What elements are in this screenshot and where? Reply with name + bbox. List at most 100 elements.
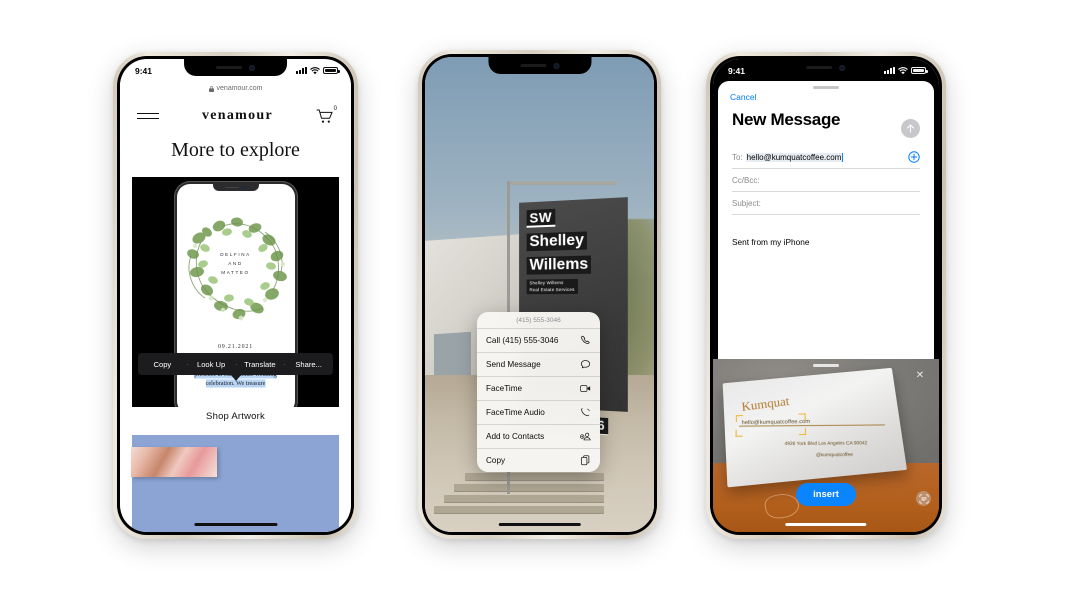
earpiece-speaker-icon — [807, 66, 833, 69]
phone-icon — [580, 335, 591, 346]
home-indicator — [498, 523, 580, 527]
close-x-icon[interactable]: ✕ — [913, 369, 927, 383]
phone-1-bezel: 9:41 venamour.com venamour 0 More to exp… — [117, 56, 354, 535]
battery-icon — [323, 67, 338, 75]
sign-monogram: SW — [526, 208, 554, 227]
context-item-label: Add to Contacts — [486, 432, 544, 441]
context-menu-item-call[interactable]: Call (415) 555-3046 — [477, 328, 600, 352]
shop-artwork-link[interactable]: Shop Artwork — [120, 411, 351, 422]
device-phone-3: 9:41 Cancel New Message To: hello@kumqua… — [706, 52, 946, 539]
wifi-icon — [310, 67, 320, 75]
earpiece-speaker-icon — [520, 64, 546, 67]
context-menu-item-send-message[interactable]: Send Message — [477, 352, 600, 376]
card-address: 4936 York Blvd Los Angeles CA 90042 — [785, 441, 868, 447]
earpiece-speaker-icon — [216, 66, 242, 69]
phone-3-screen: 9:41 Cancel New Message To: hello@kumqua… — [713, 59, 939, 532]
notch — [184, 59, 288, 76]
sign-sub-line-2: Real Estate Services — [529, 286, 574, 291]
sign-arm — [507, 181, 617, 185]
phone-2-bezel: SW Shelley Willems Shelley Willems Real … — [422, 54, 657, 535]
cc-bcc-placeholder: Cc/Bcc: — [732, 176, 760, 185]
live-text-brackets-icon — [736, 413, 806, 436]
context-menu-title: (415) 555-3046 — [477, 312, 600, 328]
text-edit-menu[interactable]: Copy Look Up Translate Share... — [138, 353, 333, 375]
cellular-signal-icon — [296, 67, 307, 74]
device-phone-1: 9:41 venamour.com venamour 0 More to exp… — [113, 52, 358, 539]
hamburger-menu-icon[interactable] — [137, 109, 159, 124]
email-signature[interactable]: Sent from my iPhone — [732, 237, 920, 247]
front-camera-icon — [249, 65, 255, 71]
live-text-context-menu[interactable]: (415) 555-3046 Call (415) 555-3046 Send … — [477, 312, 600, 472]
status-indicators — [884, 67, 926, 75]
context-item-label: FaceTime Audio — [486, 408, 545, 417]
context-menu-item-add-to-contacts[interactable]: Add to Contacts — [477, 424, 600, 448]
front-camera-icon — [840, 65, 846, 71]
sign-sub-line-1: Shelley Willems — [529, 280, 563, 285]
battery-icon — [911, 67, 926, 75]
send-button[interactable] — [901, 119, 920, 138]
compose-sheet: Cancel New Message To: hello@kumquatcoff… — [718, 81, 934, 359]
status-time: 9:41 — [728, 66, 745, 76]
video-camera-icon — [580, 383, 591, 394]
context-item-label: Call (415) 555-3046 — [486, 336, 558, 345]
subject-placeholder: Subject: — [732, 199, 761, 208]
context-menu-item-facetime-audio[interactable]: FaceTime Audio — [477, 400, 600, 424]
site-logo[interactable]: venamour — [202, 108, 273, 124]
sheet-grabber[interactable] — [813, 86, 839, 89]
context-menu-item-copy[interactable]: Copy — [477, 448, 600, 472]
status-time: 9:41 — [135, 66, 152, 76]
site-nav-bar: venamour 0 — [120, 98, 351, 134]
copy-icon — [580, 455, 591, 466]
invite-name-1: DELFINA — [177, 250, 295, 259]
edit-menu-translate[interactable]: Translate — [236, 360, 285, 369]
cellular-signal-icon — [884, 67, 895, 74]
phone-1-screen: 9:41 venamour.com venamour 0 More to exp… — [120, 59, 351, 532]
subject-field[interactable]: Subject: — [732, 192, 920, 215]
invitation-date: 09.21.2021 — [177, 344, 295, 350]
screenshot-stage: 9:41 venamour.com venamour 0 More to exp… — [0, 0, 1080, 595]
to-field[interactable]: To: hello@kumquatcoffee.com — [732, 146, 920, 169]
edit-menu-look-up[interactable]: Look Up — [187, 360, 236, 369]
send-arrow-up-icon — [905, 123, 916, 134]
insert-button[interactable]: insert — [796, 483, 856, 506]
edit-menu-copy[interactable]: Copy — [138, 360, 187, 369]
phone-3-bezel: 9:41 Cancel New Message To: hello@kumqua… — [710, 56, 942, 535]
card-handle: @kumquatcoffee — [816, 453, 853, 458]
sign-subtitle: Shelley Willems Real Estate Services — [526, 278, 577, 293]
notch — [488, 57, 591, 74]
cc-bcc-field[interactable]: Cc/Bcc: — [732, 169, 920, 192]
phone-wave-icon — [580, 407, 591, 418]
to-value[interactable]: hello@kumquatcoffee.com — [746, 153, 844, 162]
home-indicator — [194, 523, 277, 527]
floral-photo-thumbnail — [131, 447, 217, 477]
edit-menu-caret — [231, 375, 241, 381]
product-hero-block: DELFINA AND MATTEO 09.21.2021 We would b… — [132, 177, 339, 407]
wifi-icon — [898, 67, 908, 75]
context-item-label: Copy — [486, 456, 505, 465]
status-indicators — [296, 67, 338, 75]
camera-panel-grabber[interactable] — [813, 364, 839, 367]
context-menu-item-facetime[interactable]: FaceTime — [477, 376, 600, 400]
edit-menu-share[interactable]: Share... — [284, 360, 333, 369]
invitation-names: DELFINA AND MATTEO — [177, 250, 295, 277]
inset-notch — [213, 184, 259, 191]
url-bar[interactable]: venamour.com — [120, 79, 351, 98]
live-text-camera-panel[interactable]: Kumquat hello@kumquatcoffee.com 4936 Yor… — [713, 359, 939, 532]
sign-name-line-2: Willems — [526, 255, 591, 274]
page-title: More to explore — [120, 139, 351, 162]
cart-icon[interactable]: 0 — [316, 108, 334, 124]
invite-name-2: MATTEO — [177, 268, 295, 277]
next-section-banner — [132, 435, 339, 532]
device-phone-2: SW Shelley Willems Shelley Willems Real … — [418, 50, 661, 539]
person-add-icon — [580, 431, 591, 442]
notch — [775, 59, 877, 76]
message-bubble-icon — [580, 359, 591, 370]
context-item-label: Send Message — [486, 360, 541, 369]
live-text-scan-icon[interactable] — [916, 491, 931, 506]
plus-circle-icon[interactable] — [908, 151, 920, 163]
cancel-button[interactable]: Cancel — [730, 92, 934, 102]
context-item-label: FaceTime — [486, 384, 522, 393]
home-indicator — [785, 523, 866, 527]
sign-name-line-1: Shelley — [526, 231, 586, 251]
url-text: venamour.com — [217, 85, 263, 92]
